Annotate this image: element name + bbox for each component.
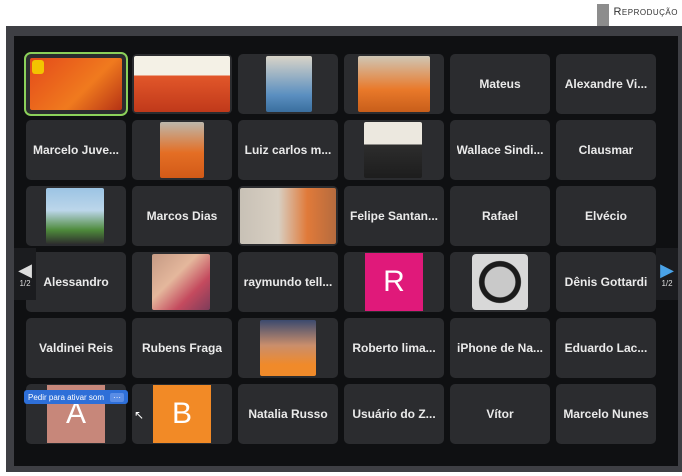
participant-tile-speaker[interactable] xyxy=(24,52,128,116)
participant-tile-rafael[interactable]: Rafael xyxy=(450,186,550,246)
participant-tile-sindipetro[interactable] xyxy=(132,54,232,114)
participant-name: Mateus xyxy=(479,77,521,91)
participant-tile-marcelo-nunes[interactable]: Marcelo Nunes xyxy=(556,384,656,444)
chevron-left-icon: ◀ xyxy=(18,259,32,280)
participant-tile-video[interactable] xyxy=(26,186,126,246)
participant-name: raymundo tell... xyxy=(243,275,333,289)
participant-name: Luiz carlos m... xyxy=(244,143,332,157)
participant-name: Felipe Santan... xyxy=(349,209,439,223)
video-call-screen: Mateus Alexandre Vi... Marcelo Juve... L… xyxy=(14,36,678,466)
participant-name: Eduardo Lac... xyxy=(564,341,648,355)
participant-tile-b[interactable]: B xyxy=(132,384,232,444)
participant-name: Marcelo Nunes xyxy=(563,407,649,421)
participant-tile-video[interactable] xyxy=(132,252,232,312)
participant-video xyxy=(160,122,204,178)
participant-video xyxy=(152,254,210,310)
participant-tile-marcelo-juve[interactable]: Marcelo Juve... xyxy=(26,120,126,180)
participant-tile-natalia[interactable]: Natalia Russo xyxy=(238,384,338,444)
participant-tile-iphone[interactable]: iPhone de Na... xyxy=(450,318,550,378)
participant-name: Rafael xyxy=(481,209,519,223)
previous-page-button[interactable]: ◀ 1/2 xyxy=(14,248,36,300)
participant-tile-video[interactable] xyxy=(344,54,444,114)
participant-tile-video[interactable] xyxy=(344,120,444,180)
participant-tile-marcos-dias[interactable]: Marcos Dias xyxy=(132,186,232,246)
participant-tile-video[interactable] xyxy=(132,120,232,180)
participant-video xyxy=(260,320,316,376)
participant-tile-wallace[interactable]: Wallace Sindi... xyxy=(450,120,550,180)
participant-tile-luiz-carlos[interactable]: Luiz carlos m... xyxy=(238,120,338,180)
participant-tile-mateus[interactable]: Mateus xyxy=(450,54,550,114)
participant-tile-roberto[interactable]: Roberto lima... xyxy=(344,318,444,378)
page-indicator: 1/2 xyxy=(19,278,31,288)
participant-tile-alessandro[interactable]: Alessandro xyxy=(26,252,126,312)
participant-video xyxy=(46,188,104,244)
participant-name: Valdinei Reis xyxy=(38,341,114,355)
request-unmute-label: Pedir para ativar som xyxy=(28,392,105,402)
avatar: R xyxy=(365,253,423,311)
participant-tile-felipe[interactable]: Felipe Santan... xyxy=(344,186,444,246)
participant-tile-alexandre[interactable]: Alexandre Vi... xyxy=(556,54,656,114)
credit-text: Reprodução xyxy=(613,6,678,18)
participant-name: Natalia Russo xyxy=(248,407,328,421)
participant-name: Wallace Sindi... xyxy=(456,143,544,157)
participant-tile-rubens[interactable]: Rubens Fraga xyxy=(132,318,232,378)
participant-tile-vitor[interactable]: Vítor xyxy=(450,384,550,444)
participant-tile-video[interactable] xyxy=(238,318,338,378)
participant-video xyxy=(358,56,430,112)
participant-video xyxy=(266,56,312,112)
participant-tile-eduardo[interactable]: Eduardo Lac... xyxy=(556,318,656,378)
participant-tile-video[interactable] xyxy=(238,54,338,114)
raised-hand-icon xyxy=(32,60,44,74)
more-options-icon[interactable]: ··· xyxy=(110,392,125,402)
participant-tile-clausmar[interactable]: Clausmar xyxy=(556,120,656,180)
participant-video xyxy=(240,188,336,244)
participant-tile-video[interactable] xyxy=(238,186,338,246)
participant-name: Marcos Dias xyxy=(146,209,218,223)
participant-name: Roberto lima... xyxy=(352,341,436,355)
participant-video xyxy=(472,254,528,310)
participant-tile-valdinei[interactable]: Valdinei Reis xyxy=(26,318,126,378)
avatar: B xyxy=(153,385,211,443)
participant-tile-r[interactable]: R xyxy=(344,252,444,312)
participant-name: Alessandro xyxy=(43,275,109,289)
request-unmute-button[interactable]: Pedir para ativar som ··· xyxy=(24,390,129,404)
participant-name: Dênis Gottardi xyxy=(564,275,648,289)
participant-name: Marcelo Juve... xyxy=(32,143,120,157)
next-page-button[interactable]: ▶ 1/2 xyxy=(656,248,678,300)
page-indicator: 1/2 xyxy=(661,278,673,288)
participant-name: Elvécio xyxy=(584,209,628,223)
participant-tile-denis[interactable]: Dênis Gottardi xyxy=(556,252,656,312)
participant-name: iPhone de Na... xyxy=(456,341,543,355)
participant-name: Clausmar xyxy=(578,143,634,157)
participant-tile-raymundo[interactable]: raymundo tell... xyxy=(238,252,338,312)
participant-name: Vítor xyxy=(486,407,514,421)
participant-tile-video[interactable] xyxy=(450,252,550,312)
participant-tile-elvecio[interactable]: Elvécio xyxy=(556,186,656,246)
participant-name: Rubens Fraga xyxy=(141,341,222,355)
participant-video xyxy=(364,122,422,178)
participant-name: Usuário do Z... xyxy=(352,407,436,421)
chevron-right-icon: ▶ xyxy=(660,259,674,280)
participant-name: Alexandre Vi... xyxy=(564,77,648,91)
mouse-cursor-icon: ↖ xyxy=(134,408,145,422)
participant-video xyxy=(134,56,230,112)
participant-tile-usuario-zoom[interactable]: Usuário do Z... xyxy=(344,384,444,444)
